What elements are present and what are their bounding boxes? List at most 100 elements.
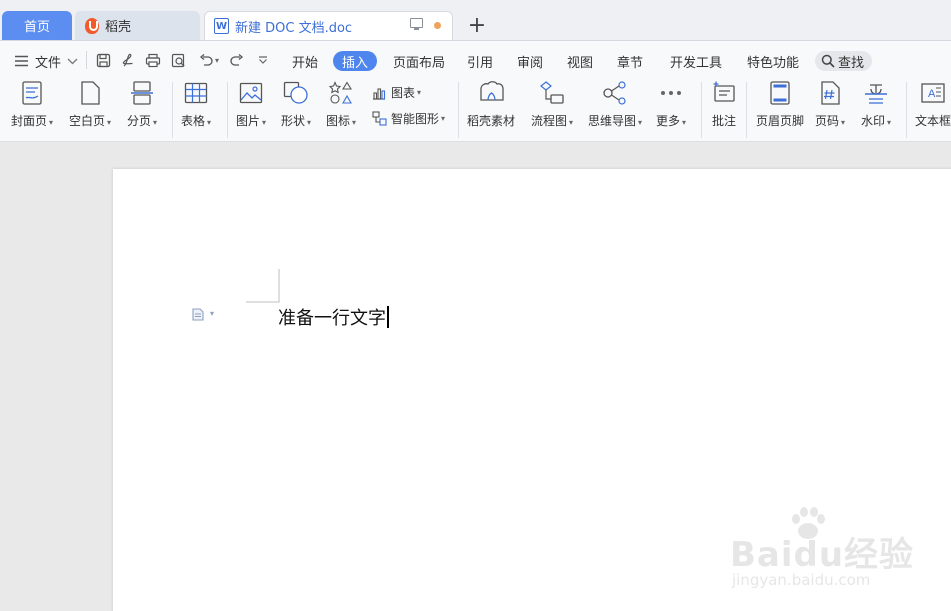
page-number-icon — [817, 80, 843, 106]
mindmap-icon — [602, 80, 628, 106]
undo-button[interactable]: ▾ — [196, 52, 222, 68]
paragraph-text: 准备一行文字 — [278, 308, 386, 329]
page-number-label: 页码 — [815, 114, 840, 128]
search-button[interactable]: 查找 — [815, 51, 873, 71]
menu-tab-review[interactable]: 审阅 — [517, 51, 543, 71]
page-break-button[interactable]: 分页 ▾ — [127, 80, 157, 129]
menu-tab-page-layout[interactable]: 页面布局 — [393, 51, 445, 71]
tab-daoke[interactable]: 稻壳 — [75, 11, 200, 40]
print-icon[interactable] — [145, 52, 161, 68]
tab-home-label: 首页 — [23, 20, 50, 35]
daoke-material-button[interactable]: 稻壳素材 — [467, 80, 515, 129]
flowchart-icon — [539, 80, 565, 106]
shape-button[interactable]: 形状 ▾ — [281, 80, 311, 129]
new-tab-button[interactable]: + — [466, 11, 488, 40]
blank-page-label: 空白页 — [69, 114, 106, 128]
menu-tab-label: 审阅 — [517, 55, 544, 71]
icon-library-icon — [328, 80, 354, 106]
paragraph-layout-icon[interactable] — [192, 308, 204, 321]
unsaved-dot-icon[interactable] — [434, 22, 441, 29]
picture-button[interactable]: 图片 ▾ — [236, 80, 266, 129]
tab-daoke-label: 稻壳 — [105, 20, 132, 35]
caret-down-icon: ▾ — [841, 118, 846, 127]
menu-tab-special-features[interactable]: 特色功能 — [747, 51, 799, 71]
tab-document[interactable]: W 新建 DOC 文档.doc — [204, 11, 453, 40]
menu-tab-label: 开始 — [292, 55, 319, 71]
menu-tab-start[interactable]: 开始 — [292, 51, 318, 71]
comment-label: 批注 — [711, 114, 736, 128]
textbox-label: 文本框 — [915, 114, 951, 128]
table-icon — [183, 80, 209, 106]
table-label: 表格 — [181, 114, 206, 128]
watermark-button[interactable]: 水印 ▾ — [861, 80, 891, 129]
chart-icon — [371, 85, 387, 101]
caret-down-icon[interactable]: ▾ — [210, 309, 214, 318]
divider — [86, 51, 87, 69]
menu-tab-references[interactable]: 引用 — [467, 51, 493, 71]
table-button[interactable]: 表格 ▾ — [181, 80, 211, 129]
header-footer-icon — [767, 80, 793, 106]
divider — [746, 82, 747, 138]
menu-tab-insert[interactable]: 插入 — [333, 51, 378, 71]
search-label: 查找 — [838, 55, 865, 71]
header-footer-label: 页眉页脚 — [756, 114, 805, 128]
cover-page-icon — [19, 80, 45, 106]
menu-tab-label: 开发工具 — [670, 55, 723, 71]
search-icon — [821, 54, 835, 68]
customize-toolbar-icon[interactable] — [255, 52, 271, 68]
redo-icon[interactable] — [229, 52, 245, 68]
caret-down-icon: ▾ — [887, 118, 892, 127]
hamburger-icon — [15, 55, 28, 67]
more-dots-icon — [658, 80, 684, 106]
undo-icon — [199, 54, 213, 66]
blank-page-button[interactable]: 空白页 ▾ — [69, 80, 111, 129]
document-body-text[interactable]: 准备一行文字 — [278, 304, 389, 330]
divider — [906, 82, 907, 138]
caret-down-icon: ▾ — [638, 118, 643, 127]
menu-tab-developer[interactable]: 开发工具 — [670, 51, 722, 71]
icon-library-label: 图标 — [326, 114, 351, 128]
caret-down-icon: ▾ — [682, 118, 687, 127]
menu-tab-view[interactable]: 视图 — [567, 51, 593, 71]
cover-page-button[interactable]: 封面页 ▾ — [11, 80, 53, 129]
flowchart-button[interactable]: 流程图 ▾ — [531, 80, 573, 129]
picture-icon — [238, 80, 264, 106]
comment-button[interactable]: 批注 — [711, 80, 737, 129]
tab-document-label: 新建 DOC 文档.doc — [235, 20, 353, 36]
print-preview-icon[interactable] — [170, 52, 186, 68]
watermark-label: 水印 — [861, 114, 886, 128]
icon-library-button[interactable]: 图标 ▾ — [326, 80, 356, 129]
page-break-label: 分页 — [127, 114, 152, 128]
smart-shape-button[interactable]: 智能图形 ▾ — [371, 110, 445, 127]
mindmap-button[interactable]: 思维导图 ▾ — [588, 80, 642, 129]
caret-down-icon: ▾ — [153, 118, 158, 127]
textbox-button[interactable]: A 文本框 — [915, 80, 951, 129]
document-canvas: ▾ 准备一行文字 — [0, 142, 951, 611]
menu-tab-chapter[interactable]: 章节 — [617, 51, 643, 71]
caret-down-icon: ▾ — [569, 118, 574, 127]
monitor-icon[interactable] — [410, 18, 423, 30]
menu-tab-label: 视图 — [567, 55, 594, 71]
tab-home[interactable]: 首页 — [2, 11, 72, 40]
divider — [227, 82, 228, 138]
file-menu[interactable]: 文件 — [14, 51, 78, 71]
export-pdf-icon[interactable] — [120, 52, 136, 68]
daoke-material-icon — [478, 80, 504, 106]
chart-button[interactable]: 图表 ▾ — [371, 84, 421, 101]
shape-icon — [283, 80, 309, 106]
menu-tab-label: 页面布局 — [393, 55, 446, 71]
save-icon[interactable] — [95, 52, 111, 68]
header-footer-button[interactable]: 页眉页脚 — [756, 80, 804, 129]
document-page[interactable]: ▾ 准备一行文字 — [113, 169, 951, 611]
caret-down-icon: ▾ — [107, 118, 112, 127]
caret-down-icon: ▾ — [207, 118, 212, 127]
page-number-button[interactable]: 页码 ▾ — [815, 80, 845, 129]
chart-label: 图表 — [391, 86, 416, 100]
caret-down-icon: ▾ — [307, 118, 312, 127]
more-button[interactable]: 更多 ▾ — [656, 80, 686, 129]
divider — [172, 82, 173, 138]
cover-page-label: 封面页 — [11, 114, 48, 128]
daoke-material-label: 稻壳素材 — [467, 114, 516, 128]
caret-down-icon: ▾ — [262, 118, 267, 127]
textbox-icon: A — [920, 80, 946, 106]
